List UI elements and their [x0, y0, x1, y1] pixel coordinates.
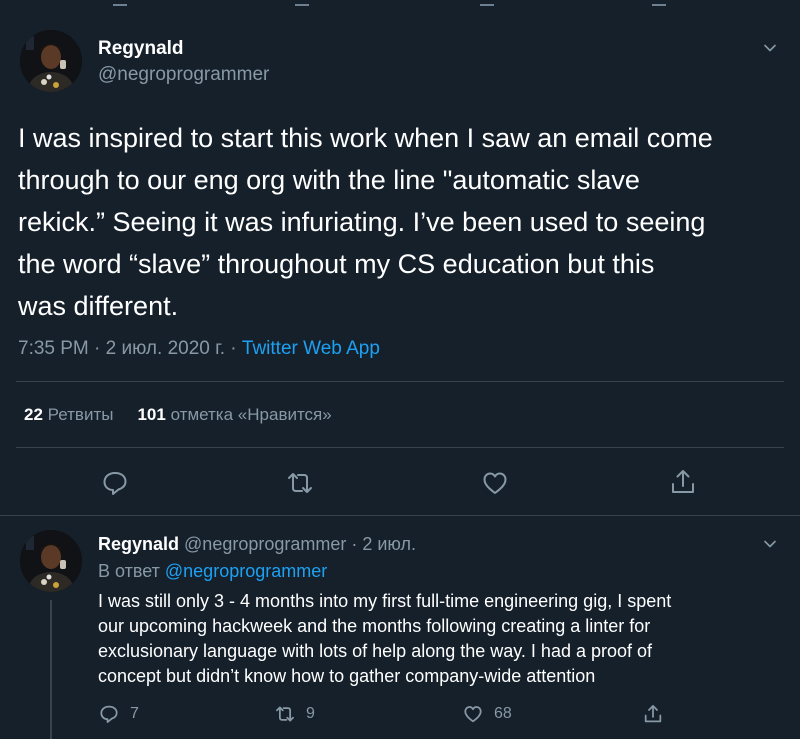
reply-handle-date[interactable]: @negroprogrammer · 2 июл.: [179, 534, 416, 554]
chevron-down-icon[interactable]: [762, 536, 778, 552]
chevron-down-icon[interactable]: [762, 40, 778, 56]
reply-text: I was still only 3 - 4 months into my fi…: [98, 591, 672, 686]
share-icon[interactable]: [668, 467, 698, 497]
like-count: 68: [494, 705, 512, 722]
likes-label: отметка «Нравится»: [170, 405, 332, 424]
reply-header: Regynald @negroprogrammer · 2 июл.: [98, 534, 416, 555]
retweet-count: 9: [306, 705, 315, 722]
heart-icon[interactable]: [480, 468, 510, 498]
reply-retweet-button[interactable]: 9: [274, 703, 315, 727]
author-name[interactable]: Regynald: [98, 38, 184, 60]
avatar[interactable]: [20, 30, 82, 92]
comment-icon: [100, 705, 118, 723]
tweet-timestamp[interactable]: 7:35 PM · 2 июл. 2020 г. ·: [18, 338, 242, 359]
retweets-label: Ретвиты: [47, 405, 114, 424]
avatar-image: [20, 530, 82, 592]
reply-share-button[interactable]: [642, 703, 664, 727]
heart-icon: [464, 706, 482, 723]
reply-like-button[interactable]: 68: [462, 703, 512, 727]
likes-stat[interactable]: 101 отметка «Нравится»: [137, 405, 331, 424]
avatar[interactable]: [20, 530, 82, 592]
heart-icon-partial[interactable]: [480, 0, 494, 6]
tweet-source[interactable]: Twitter Web App: [242, 338, 380, 359]
reply-to-line: В ответ @negroprogrammer: [98, 561, 327, 582]
share-icon: [644, 705, 662, 723]
reply-count: 7: [130, 705, 139, 722]
reply-icon-partial[interactable]: [113, 0, 127, 6]
avatar-image: [20, 30, 82, 92]
tweet-page: Regynald @negroprogrammer I was inspired…: [0, 0, 800, 739]
likes-count: 101: [137, 405, 166, 424]
tweet-stats: 22 Ретвиты 101 отметка «Нравится»: [24, 405, 332, 425]
divider: [16, 381, 784, 382]
retweets-count: 22: [24, 405, 43, 424]
retweet-icon[interactable]: [285, 468, 315, 498]
reply-comment-button[interactable]: 7: [98, 703, 139, 727]
retweet-icon-partial[interactable]: [295, 0, 309, 6]
author-handle[interactable]: @negroprogrammer: [98, 64, 269, 86]
previous-tweet-actions: [0, 0, 800, 12]
tweet-text: I was inspired to start this work when I…: [18, 123, 713, 321]
retweets-stat[interactable]: 22 Ретвиты: [24, 405, 113, 424]
thread-line: [50, 600, 52, 739]
comment-icon[interactable]: [100, 468, 130, 498]
reply-to-mention[interactable]: @negroprogrammer: [165, 561, 327, 581]
reply-to-prefix: В ответ: [98, 561, 165, 581]
reply-author-name[interactable]: Regynald: [98, 534, 179, 554]
divider: [0, 515, 800, 516]
tweet-meta: 7:35 PM · 2 июл. 2020 г. · Twitter Web A…: [18, 338, 380, 360]
divider: [16, 447, 784, 448]
share-icon-partial[interactable]: [652, 0, 666, 6]
retweet-icon: [276, 706, 294, 722]
